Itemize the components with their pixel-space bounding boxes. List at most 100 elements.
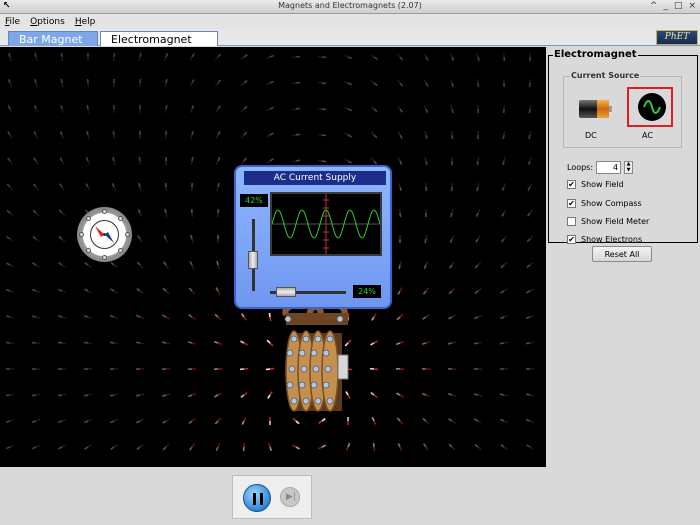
field-needle	[213, 367, 223, 371]
field-needle	[213, 340, 223, 346]
field-needle	[187, 392, 197, 398]
field-needle	[423, 261, 429, 269]
field-needle	[526, 288, 534, 294]
field-needle	[344, 80, 352, 86]
field-needle	[189, 104, 195, 114]
field-needle	[214, 313, 222, 321]
menu-file[interactable]: File	[5, 17, 20, 27]
field-needle	[32, 288, 40, 294]
field-needle	[396, 53, 404, 61]
electromagnet-panel-title: Electromagnet	[553, 49, 638, 60]
field-needle	[240, 391, 248, 399]
field-needle	[6, 236, 14, 242]
field-needle	[110, 444, 118, 450]
amplitude-slider-handle[interactable]	[248, 251, 258, 269]
field-needle	[423, 53, 429, 61]
field-needle	[5, 315, 15, 319]
spinner-down-icon[interactable]: ▼	[625, 167, 632, 174]
field-needle	[476, 156, 480, 166]
maximize-button[interactable]: □	[674, 1, 683, 11]
menu-help[interactable]: Help	[75, 17, 96, 27]
field-needle	[424, 130, 428, 140]
field-needle	[59, 183, 65, 191]
close-button[interactable]: ×	[688, 1, 696, 11]
field-needle	[112, 104, 116, 114]
checkbox-empty-icon[interactable]	[567, 217, 576, 226]
field-needle	[85, 183, 91, 191]
field-needle	[137, 235, 143, 243]
step-icon: ▶|	[286, 492, 296, 502]
field-needle	[424, 234, 428, 244]
field-needle	[32, 183, 40, 191]
field-needle	[267, 442, 273, 452]
loops-input[interactable]	[596, 161, 622, 174]
field-needle	[7, 105, 13, 113]
title-bar: ↖ Magnets and Electromagnets (2.07) ^ _ …	[0, 0, 700, 14]
ac-waveform	[271, 194, 381, 254]
field-needle	[162, 314, 170, 320]
step-button[interactable]: ▶|	[280, 487, 300, 507]
ac-source-button[interactable]	[627, 87, 673, 127]
minimize-button[interactable]: _	[663, 1, 668, 11]
menu-options[interactable]: Options	[30, 17, 65, 27]
field-needle	[60, 104, 64, 114]
field-needle	[214, 79, 222, 87]
field-needle	[7, 78, 13, 88]
frequency-slider-handle[interactable]	[276, 287, 296, 297]
tab-electromagnet[interactable]: Electromagnet	[100, 31, 218, 46]
field-needle	[499, 314, 509, 320]
dc-battery-icon[interactable]	[579, 100, 612, 118]
shade-button[interactable]: ^	[650, 1, 658, 11]
control-panel: Electromagnet Current Source DC AC Loops…	[546, 47, 700, 525]
field-needle	[59, 130, 65, 140]
show-field-meter-checkbox[interactable]: Show Field Meter	[567, 217, 649, 226]
show-electrons-checkbox[interactable]: ✔ Show Electrons	[567, 235, 642, 244]
field-needle	[189, 261, 195, 269]
electromagnet-coil[interactable]	[268, 301, 358, 417]
field-needle	[215, 157, 221, 165]
field-needle	[502, 130, 506, 140]
field-needle	[291, 159, 301, 163]
field-needle	[109, 314, 119, 320]
field-needle	[450, 104, 454, 114]
field-needle	[86, 130, 90, 140]
field-needle	[525, 418, 535, 424]
field-needle	[162, 418, 170, 424]
field-needle	[135, 341, 145, 345]
checkbox-check-icon[interactable]: ✔	[567, 199, 576, 208]
tab-bar-magnet[interactable]: Bar Magnet	[8, 31, 98, 46]
field-needle	[318, 418, 326, 424]
field-needle	[344, 106, 352, 112]
oscilloscope-display	[270, 192, 382, 256]
field-needle	[423, 443, 429, 451]
pause-button[interactable]	[243, 484, 271, 512]
show-compass-checkbox[interactable]: ✔ Show Compass	[567, 199, 642, 208]
checkbox-check-icon[interactable]: ✔	[567, 235, 576, 244]
compass[interactable]	[77, 207, 132, 262]
field-needle	[112, 52, 116, 62]
field-needle	[214, 53, 222, 61]
current-source-label: Current Source	[570, 71, 641, 80]
field-needle	[500, 288, 508, 294]
field-needle	[371, 313, 377, 321]
field-needle	[215, 287, 221, 295]
checkbox-check-icon[interactable]: ✔	[567, 180, 576, 189]
reset-all-button[interactable]: Reset All	[592, 246, 652, 262]
field-needle	[136, 314, 144, 320]
show-field-checkbox[interactable]: ✔ Show Field	[567, 180, 624, 189]
field-needle	[216, 260, 220, 270]
field-needle	[345, 442, 351, 452]
field-needle	[58, 288, 66, 294]
field-needle	[526, 235, 534, 243]
field-needle	[447, 393, 457, 397]
field-needle	[57, 315, 67, 319]
field-needle	[136, 443, 144, 451]
electromagnet-panel: Electromagnet Current Source DC AC Loops…	[548, 49, 698, 244]
field-needle	[447, 341, 457, 345]
field-needle	[215, 105, 221, 113]
loops-spinner[interactable]: ▲ ▼	[624, 161, 634, 174]
field-needle	[265, 54, 275, 60]
field-needle	[370, 157, 378, 165]
field-needle	[527, 156, 533, 166]
field-needle	[189, 53, 195, 61]
